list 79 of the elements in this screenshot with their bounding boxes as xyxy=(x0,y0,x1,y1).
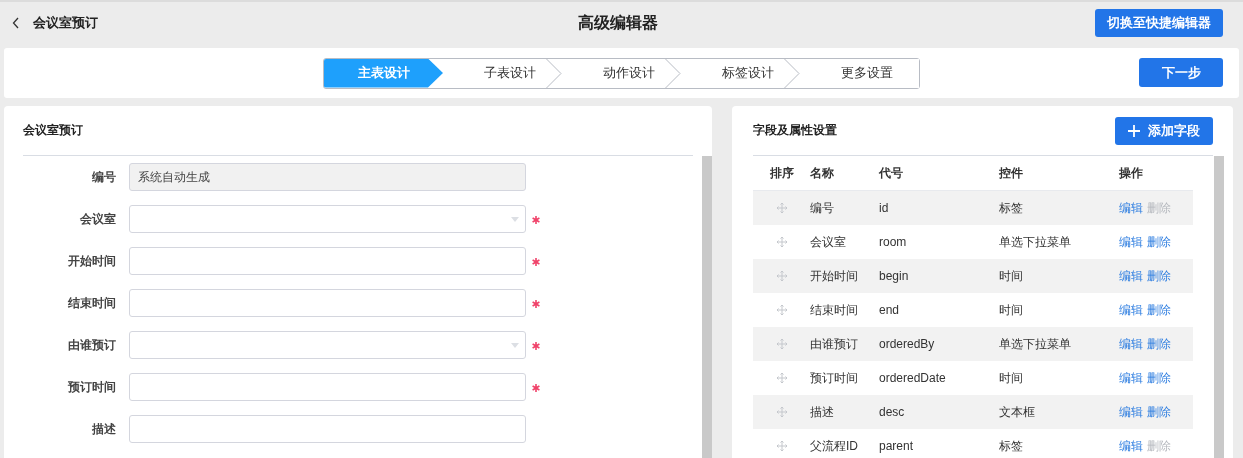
next-step-button[interactable]: 下一步 xyxy=(1139,58,1223,87)
table-cell-text: begin xyxy=(879,269,910,283)
dropdown-icon xyxy=(511,343,519,348)
delete-link[interactable]: 删除 xyxy=(1147,301,1171,319)
column-header: 排序 xyxy=(768,164,795,182)
edit-link[interactable]: 编辑 xyxy=(1119,199,1143,217)
drag-handle-icon[interactable] xyxy=(775,270,788,282)
edit-link[interactable]: 编辑 xyxy=(1119,369,1143,387)
field-label: 结束时间 xyxy=(67,294,116,312)
drag-handle-icon[interactable] xyxy=(775,338,788,350)
table-cell-text: 开始时间 xyxy=(810,267,859,285)
select-field[interactable] xyxy=(129,331,526,359)
field-label: 会议室 xyxy=(79,210,116,228)
field-label: 描述 xyxy=(91,420,116,438)
plus-icon xyxy=(1128,124,1140,137)
select-field[interactable] xyxy=(129,205,526,233)
table-cell-text: 父流程ID xyxy=(810,437,859,455)
column-header: 操作 xyxy=(1119,164,1143,182)
drag-handle-icon[interactable] xyxy=(775,236,788,248)
table-cell-text: 标签 xyxy=(999,199,1024,217)
drag-handle-icon[interactable] xyxy=(775,440,788,452)
table-cell-text: orderedBy xyxy=(879,337,936,351)
table-cell-text: 结束时间 xyxy=(810,301,859,319)
column-header: 控件 xyxy=(999,164,1024,182)
panel-title: 字段及属性设置 xyxy=(753,122,837,139)
edit-link[interactable]: 编辑 xyxy=(1119,301,1143,319)
field-label: 预订时间 xyxy=(67,378,116,396)
scrollbar[interactable] xyxy=(1214,156,1224,458)
table-cell-text: parent xyxy=(879,439,915,453)
drag-handle-icon[interactable] xyxy=(775,406,788,418)
table-cell-text: 由谁预订 xyxy=(810,335,859,353)
drag-handle-icon[interactable] xyxy=(775,202,788,214)
input-field[interactable] xyxy=(129,373,526,401)
back-label: 会议室预订 xyxy=(33,14,98,32)
step-tab[interactable]: 主表设计 xyxy=(324,58,443,88)
back-icon[interactable] xyxy=(12,17,20,29)
input-field[interactable] xyxy=(129,415,526,443)
table-cell-text: desc xyxy=(879,405,906,419)
table-cell-text: 文本框 xyxy=(999,403,1036,421)
table-cell-text: 单选下拉菜单 xyxy=(999,233,1072,251)
delete-link[interactable]: 删除 xyxy=(1147,233,1171,251)
input-field[interactable] xyxy=(129,247,526,275)
delete-link[interactable]: 删除 xyxy=(1147,335,1171,353)
table-cell-text: 时间 xyxy=(999,369,1024,387)
field-label: 开始时间 xyxy=(67,252,116,270)
input-field[interactable] xyxy=(129,289,526,317)
table-cell-text: 时间 xyxy=(999,267,1024,285)
table-cell-text: 描述 xyxy=(810,403,835,421)
table-cell-text: 预订时间 xyxy=(810,369,859,387)
field-label: 编号 xyxy=(91,168,116,186)
edit-link[interactable]: 编辑 xyxy=(1119,233,1143,251)
panel-title: 会议室预订 xyxy=(23,106,693,156)
scrollbar[interactable] xyxy=(702,156,712,458)
table-cell-text: 编号 xyxy=(810,199,835,217)
column-header: 名称 xyxy=(810,164,835,182)
switch-editor-button[interactable]: 切换至快捷编辑器 xyxy=(1095,9,1223,37)
table-cell-text: 会议室 xyxy=(810,233,847,251)
window-title: 高级编辑器 xyxy=(577,12,658,33)
edit-link[interactable]: 编辑 xyxy=(1119,335,1143,353)
table-cell-text: 时间 xyxy=(999,301,1024,319)
drag-handle-icon[interactable] xyxy=(775,304,788,316)
add-field-button[interactable]: 添加字段 xyxy=(1115,116,1213,145)
table-cell-text: 单选下拉菜单 xyxy=(999,335,1072,353)
table-cell-text: 标签 xyxy=(999,437,1024,455)
edit-link[interactable]: 编辑 xyxy=(1119,403,1143,421)
delete-link[interactable]: 删除 xyxy=(1147,267,1171,285)
table-cell-text: orderedDate xyxy=(879,371,947,385)
delete-link[interactable]: 删除 xyxy=(1147,403,1171,421)
table-cell-text: end xyxy=(879,303,901,317)
edit-link[interactable]: 编辑 xyxy=(1119,437,1143,455)
delete-link[interactable]: 删除 xyxy=(1147,369,1171,387)
edit-link[interactable]: 编辑 xyxy=(1119,267,1143,285)
drag-handle-icon[interactable] xyxy=(775,372,788,384)
dropdown-icon xyxy=(511,217,519,222)
field-label: 由谁预订 xyxy=(67,336,116,354)
column-header: 代号 xyxy=(879,164,904,182)
table-cell-text: room xyxy=(879,235,908,249)
readonly-field: 系统自动生成 xyxy=(129,163,526,191)
table-cell-text: id xyxy=(879,201,890,215)
